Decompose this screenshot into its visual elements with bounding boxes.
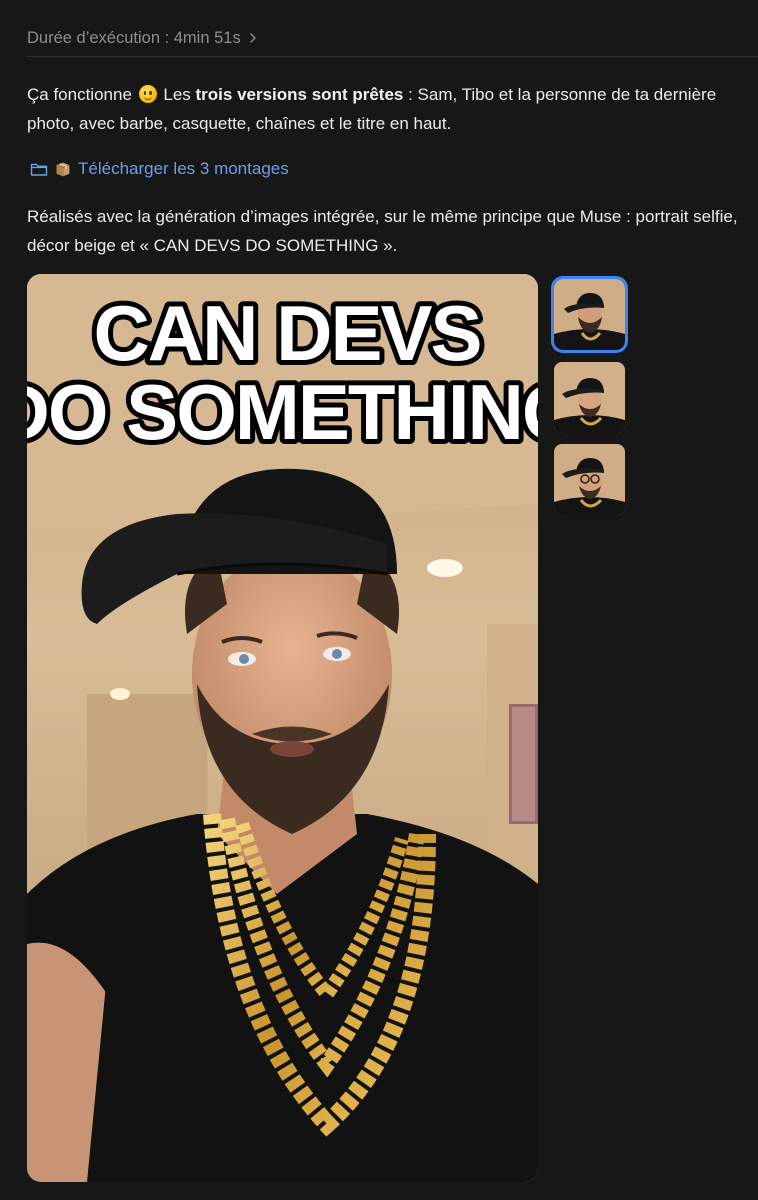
smile-emoji-icon — [138, 85, 157, 103]
folder-icon — [30, 163, 48, 176]
divider — [27, 56, 758, 57]
download-label: Télécharger les 3 montages — [78, 159, 289, 178]
image-caption-line-1-fill: CAN DEVS — [93, 289, 480, 377]
chat-message: Durée d’exécution : 4min 51s Ça fonction… — [0, 0, 758, 1200]
package-icon — [56, 162, 70, 177]
image-caption-line-2-fill: DO SOMETHING — [27, 368, 538, 456]
thumbnail-3[interactable] — [554, 444, 625, 515]
duration-label: Durée d’exécution : 4min 51s — [27, 28, 241, 47]
thumbnail-1[interactable] — [551, 276, 628, 353]
duration-toggle[interactable]: Durée d’exécution : 4min 51s — [27, 26, 259, 50]
message-text: Ça fonctionne — [27, 85, 132, 104]
thumbnail-2[interactable] — [554, 362, 625, 433]
message-bold-text: trois versions sont prêtes — [195, 85, 404, 104]
message-paragraph-2: Réalisés avec la génération d’images int… — [27, 207, 738, 255]
generated-image[interactable]: CAN DEVS CAN DEVS DO SOMETHING DO SOMETH… — [27, 274, 538, 1182]
message-text: Les — [163, 85, 196, 104]
download-link[interactable]: Télécharger les 3 montages — [30, 156, 289, 182]
message-paragraph-1: Ça fonctionne Les trois versions sont pr… — [27, 80, 742, 138]
chevron-right-icon — [250, 33, 256, 43]
